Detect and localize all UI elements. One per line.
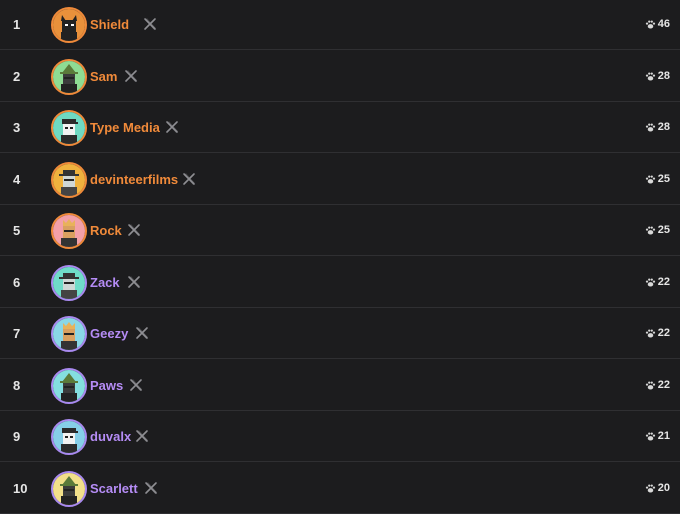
avatar[interactable]: [51, 161, 87, 198]
paw-icon: [645, 71, 656, 82]
score-value: 25: [657, 172, 670, 185]
score-value: 46: [657, 18, 670, 30]
paw-icon: [645, 174, 656, 185]
score-value: 20: [657, 481, 670, 494]
score-value: 22: [657, 327, 670, 339]
paw-icon: [645, 483, 656, 494]
x-logo-icon[interactable]: [135, 429, 149, 443]
avatar[interactable]: [51, 110, 87, 146]
rank-number: 7: [13, 326, 21, 341]
username-link[interactable]: devinteerfilms: [90, 154, 178, 205]
paw-icon: [645, 380, 656, 391]
leaderboard-row[interactable]: 3 Type Media 28: [0, 102, 680, 153]
rank-number: 4: [13, 171, 21, 187]
username-link[interactable]: Scarlett: [90, 463, 138, 514]
x-logo-icon[interactable]: [124, 69, 138, 83]
avatar[interactable]: [51, 470, 87, 507]
score-value: 21: [657, 430, 670, 442]
score: 25: [645, 154, 670, 205]
x-logo-icon[interactable]: [182, 172, 196, 186]
score: 20: [645, 463, 670, 514]
leaderboard-row[interactable]: 1 Shield 46: [0, 0, 680, 50]
rank-number: 3: [13, 120, 21, 135]
avatar[interactable]: [51, 419, 87, 455]
x-logo-icon[interactable]: [144, 481, 158, 495]
paw-icon: [645, 122, 656, 133]
score: 28: [645, 51, 670, 102]
paw-icon: [645, 431, 656, 442]
leaderboard-row[interactable]: 6 Zack 22: [0, 257, 680, 308]
score: 22: [645, 308, 670, 359]
username-link[interactable]: Shield: [90, 0, 129, 50]
username-link[interactable]: duvalx: [90, 411, 131, 462]
score-value: 22: [657, 275, 670, 288]
score: 46: [645, 0, 670, 50]
leaderboard-row[interactable]: 5 Rock 25: [0, 205, 680, 256]
score: 28: [645, 102, 670, 153]
avatar[interactable]: [51, 213, 87, 249]
leaderboard-row[interactable]: 8 Paws 22: [0, 360, 680, 411]
rank-number: 5: [13, 223, 21, 238]
avatar[interactable]: [51, 367, 87, 404]
avatar[interactable]: [51, 7, 87, 43]
x-logo-icon[interactable]: [135, 326, 149, 340]
leaderboard-row[interactable]: 7 Geezy 22: [0, 308, 680, 359]
score-value: 25: [657, 224, 670, 236]
x-logo-icon[interactable]: [143, 17, 157, 31]
rank-number: 6: [13, 274, 21, 290]
rank-number: 9: [13, 429, 21, 444]
paw-icon: [645, 328, 656, 339]
username-link[interactable]: Geezy: [90, 308, 128, 359]
avatar[interactable]: [51, 264, 87, 301]
x-logo-icon[interactable]: [127, 275, 141, 289]
score-value: 28: [657, 69, 670, 82]
score-value: 28: [657, 121, 670, 133]
paw-icon: [645, 19, 656, 30]
x-logo-icon[interactable]: [165, 120, 179, 134]
username-link[interactable]: Type Media: [90, 102, 160, 153]
leaderboard-row[interactable]: 10 Scarlett 20: [0, 463, 680, 514]
rank-number: 8: [13, 377, 21, 393]
score: 22: [645, 360, 670, 411]
score: 22: [645, 257, 670, 308]
leaderboard-row[interactable]: 9 duvalx 21: [0, 411, 680, 462]
leaderboard-row[interactable]: 4 devinteerfilms 25: [0, 154, 680, 205]
x-logo-icon[interactable]: [127, 223, 141, 237]
score: 21: [645, 411, 670, 462]
score: 25: [645, 205, 670, 256]
score-value: 22: [657, 378, 670, 391]
avatar[interactable]: [51, 58, 87, 95]
username-link[interactable]: Rock: [90, 205, 122, 256]
x-logo-icon[interactable]: [129, 378, 143, 392]
username-link[interactable]: Paws: [90, 360, 123, 411]
avatar[interactable]: [51, 316, 87, 352]
rank-number: 10: [13, 480, 28, 496]
rank-number: 2: [13, 68, 21, 84]
rank-number: 1: [13, 17, 21, 32]
paw-icon: [645, 225, 656, 236]
leaderboard: 1 Shield 46 2 Sam 28 3 Type Media 28 4 d…: [0, 0, 680, 514]
leaderboard-row[interactable]: 2 Sam 28: [0, 51, 680, 102]
username-link[interactable]: Sam: [90, 51, 117, 102]
username-link[interactable]: Zack: [90, 257, 120, 308]
paw-icon: [645, 277, 656, 288]
